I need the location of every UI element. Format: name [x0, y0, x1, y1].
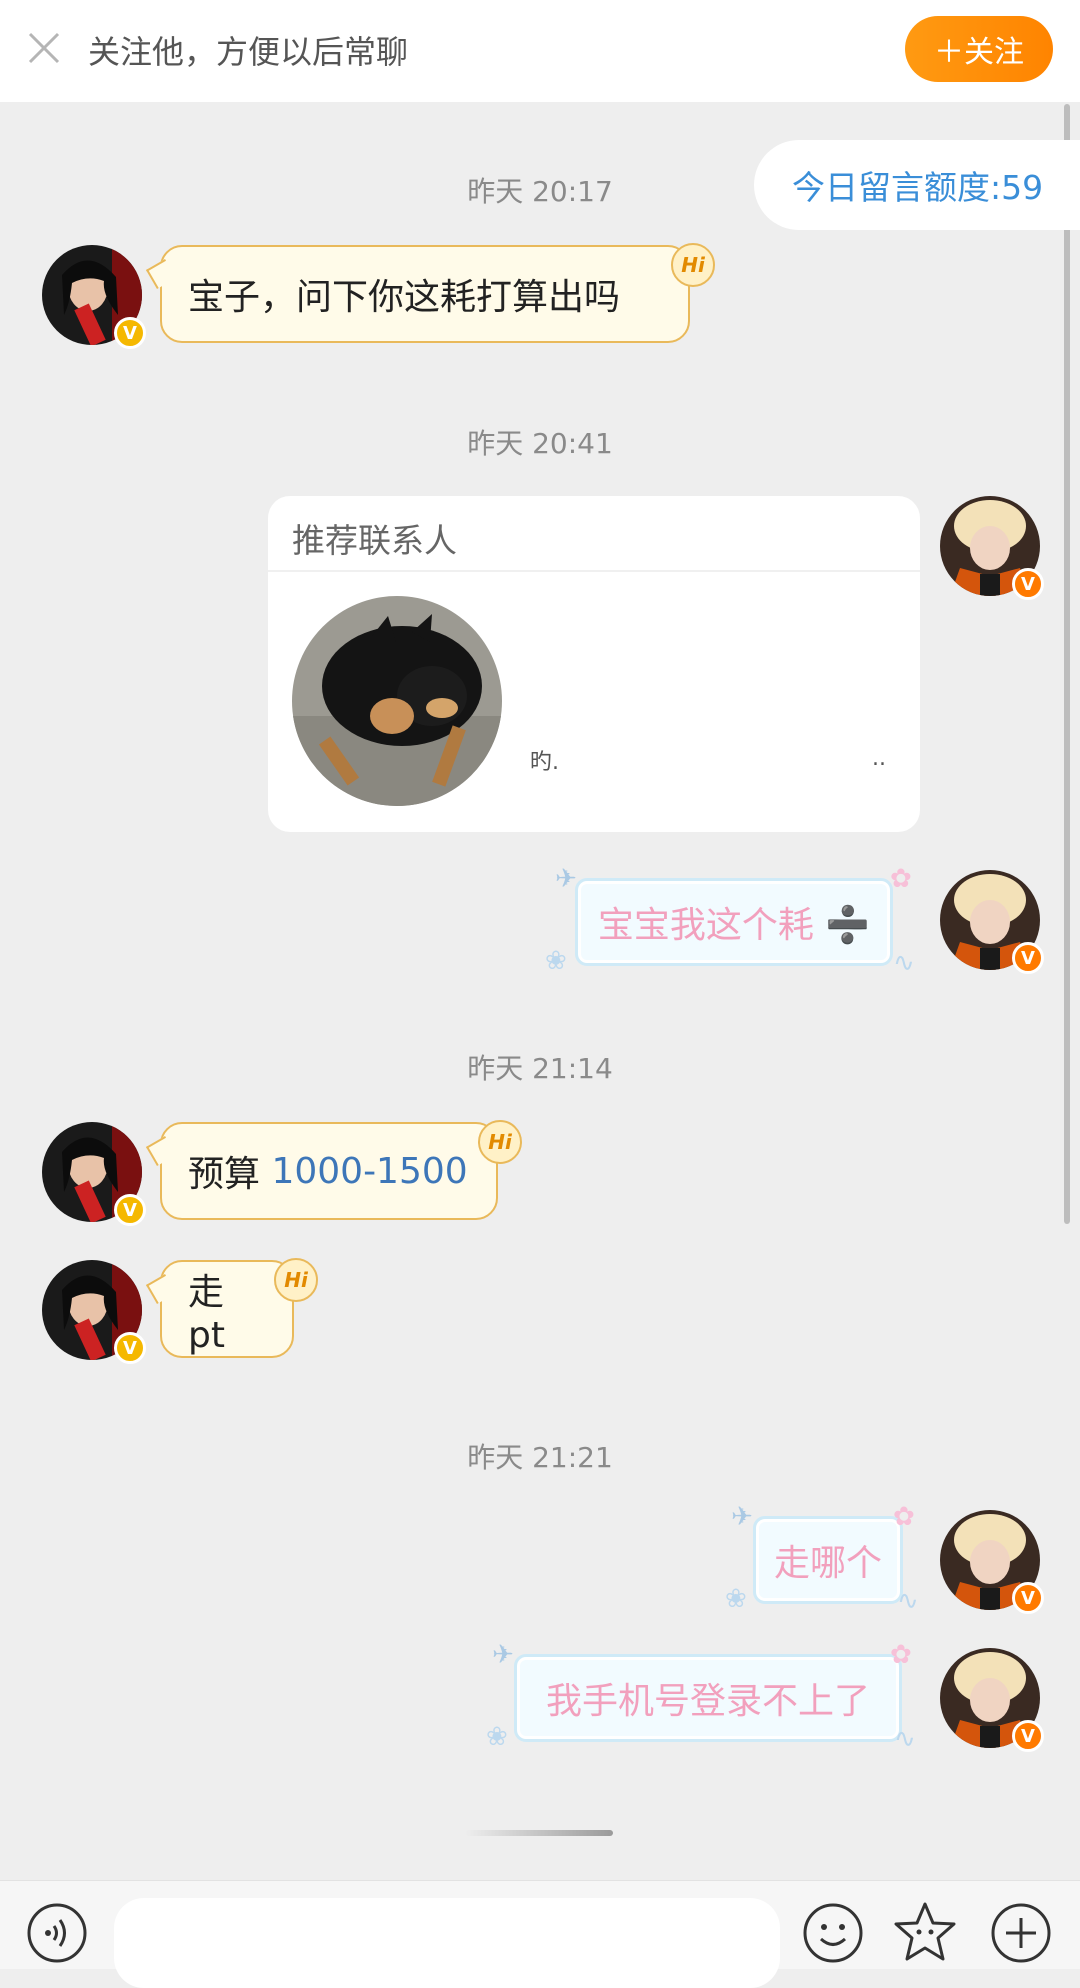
timestamp: 昨天 20:41 [467, 427, 613, 460]
recommended-contact-card[interactable]: 推荐联系人 旳. .. [268, 496, 920, 832]
voice-icon[interactable] [26, 1902, 88, 1964]
bunny-icon: ❀ [545, 946, 567, 976]
message-text: 走哪个 [773, 1543, 882, 1584]
follow-prompt-text: 关注他，方便以后常聊 [88, 33, 409, 71]
avatar-self[interactable]: V [940, 870, 1044, 974]
loading-indicator [465, 1830, 613, 1836]
bunny-icon: ❀ [725, 1584, 747, 1614]
message-bubble-outgoing-decorated[interactable]: 走哪个 ✈ ✿ ❀ ∿ [725, 1502, 925, 1620]
avatar-self[interactable]: V [940, 496, 1044, 600]
message-input[interactable] [114, 1898, 780, 1988]
message-bubble-incoming[interactable]: 宝子，问下你这耗打算出吗 [145, 245, 690, 343]
message-bubble-incoming[interactable]: 预算 1000-1500 [145, 1122, 498, 1220]
verified-badge: V [1012, 942, 1044, 974]
ribbon-icon: ∿ [894, 1724, 916, 1754]
paper-plane-icon: ✈ [492, 1640, 514, 1670]
message-text: 预算 [188, 1154, 272, 1195]
contact-meta-fragment: .. [872, 746, 886, 771]
message-text: 宝子，问下你这耗打算出吗 [188, 277, 621, 318]
verified-badge: V [1012, 568, 1044, 600]
follow-button[interactable]: ＋关注 [905, 16, 1053, 82]
paper-plane-icon: ✈ [555, 864, 577, 894]
star-icon: ✿ [890, 864, 912, 894]
hi-badge: Hi [478, 1120, 522, 1164]
timestamp: 昨天 21:21 [467, 1441, 613, 1474]
ribbon-icon: ∿ [897, 1586, 919, 1616]
verified-badge: V [114, 317, 146, 349]
message-bubble-outgoing-decorated[interactable]: 我手机号登录不上了 ✈ ✿ ❀ ∿ [486, 1640, 926, 1758]
top-bar: 关注他，方便以后常聊 ＋关注 [0, 0, 1080, 102]
message-text: 走 pt [188, 1271, 225, 1356]
paper-plane-icon: ✈ [731, 1502, 753, 1532]
hi-badge: Hi [274, 1258, 318, 1302]
avatar-other[interactable]: V [42, 245, 146, 349]
bunny-icon: ❀ [486, 1722, 508, 1752]
star-icon: ✿ [890, 1640, 912, 1670]
contact-photo [292, 596, 502, 806]
ribbon-icon: ∿ [893, 948, 915, 978]
contact-name-fragment: 旳. [530, 750, 559, 775]
verified-badge: V [114, 1332, 146, 1364]
avatar-self[interactable]: V [940, 1510, 1044, 1614]
avatar-other[interactable]: V [42, 1260, 146, 1364]
verified-badge: V [1012, 1582, 1044, 1614]
close-icon[interactable] [22, 26, 66, 70]
plus-icon[interactable] [990, 1902, 1052, 1964]
verified-badge: V [1012, 1720, 1044, 1752]
emoji-icon[interactable] [802, 1902, 864, 1964]
timestamp: 昨天 21:14 [467, 1052, 613, 1085]
avatar-other[interactable]: V [42, 1122, 146, 1226]
timestamp: 昨天 20:17 [467, 175, 613, 208]
message-text: 宝宝我这个耗 ➗ [597, 905, 871, 946]
hi-badge: Hi [671, 243, 715, 287]
message-bubble-outgoing-decorated[interactable]: 宝宝我这个耗 ➗ ✈ ✿ ❀ ∿ [545, 864, 925, 982]
message-text: 我手机号登录不上了 [545, 1681, 870, 1722]
divider [268, 570, 920, 572]
budget-number-link[interactable]: 1000-1500 [271, 1151, 467, 1192]
card-title: 推荐联系人 [292, 521, 457, 560]
avatar-self[interactable]: V [940, 1648, 1044, 1752]
sticker-icon[interactable] [892, 1900, 958, 1966]
star-icon: ✿ [893, 1502, 915, 1532]
verified-badge: V [114, 1194, 146, 1226]
